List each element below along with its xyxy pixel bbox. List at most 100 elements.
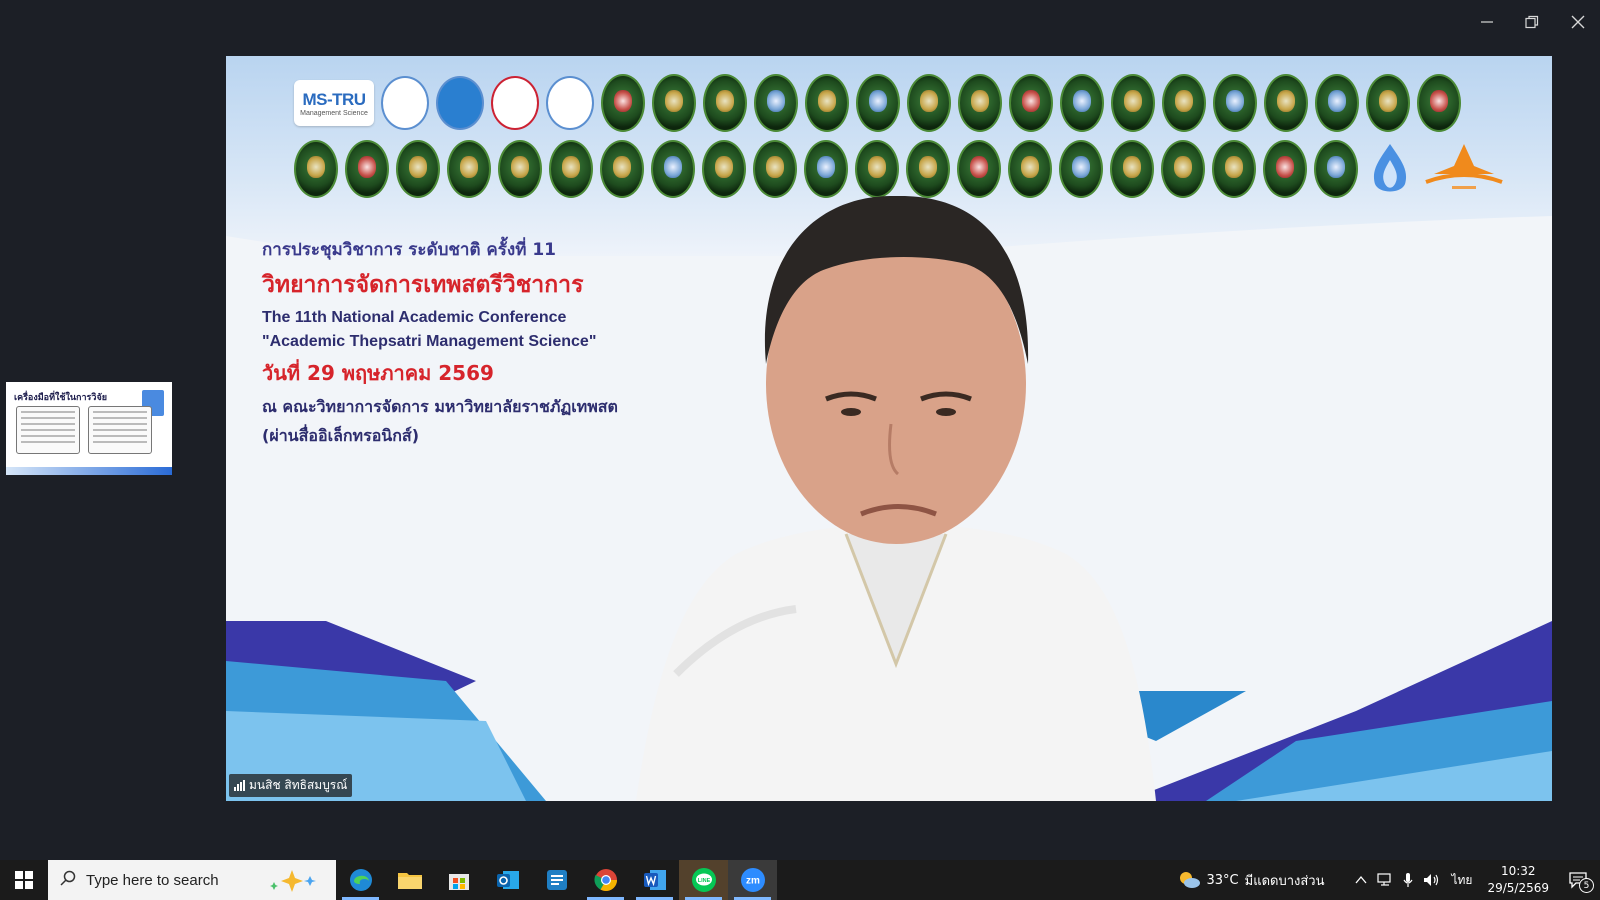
show-hidden-icons-button[interactable] (1355, 875, 1367, 885)
university-seal (498, 140, 542, 198)
taskbar-apps: LINE zm (336, 860, 777, 900)
volume-button[interactable] (1423, 873, 1441, 887)
word-icon (643, 870, 666, 890)
university-seal (1212, 140, 1256, 198)
folder-icon (397, 873, 422, 889)
notification-count-badge: 5 (1579, 878, 1594, 893)
university-seal (396, 140, 440, 198)
news-app[interactable] (532, 860, 581, 900)
participant-name: มนสิช สิทธิสมบูรณ์ (249, 778, 348, 792)
university-seal (1111, 74, 1155, 132)
slide-box-right (88, 406, 152, 454)
logo-row-top: MS-TRU Management Science (294, 74, 1461, 132)
logo-row-bottom (294, 140, 1506, 198)
taskbar-search-box[interactable]: Type here to search (48, 860, 336, 900)
university-seal (600, 140, 644, 198)
minimize-button[interactable] (1472, 8, 1502, 36)
conference-venue: ณ คณะวิทยาการจัดการ มหาวิทยาลัยราชภัฏเทพ… (262, 397, 618, 416)
conference-name-english: "Academic Thepsatri Management Science" (262, 333, 597, 350)
university-seal (1213, 74, 1257, 132)
search-highlight-icon (270, 870, 316, 892)
university-seal (447, 140, 491, 198)
university-seal (1366, 74, 1410, 132)
line-icon: LINE (691, 868, 716, 892)
file-explorer-app[interactable] (385, 860, 434, 900)
university-seal (345, 140, 389, 198)
conference-title-block: การประชุมวิชาการ ระดับชาติ ครั้งที่ 11 ว… (262, 236, 618, 453)
network-icon (1377, 873, 1392, 886)
university-seal (601, 74, 645, 132)
windows-icon (15, 871, 33, 889)
search-icon (60, 870, 76, 890)
svg-text:zm: zm (746, 876, 760, 887)
university-seal (804, 140, 848, 198)
temple-logo (1425, 144, 1503, 189)
minimize-icon (1481, 21, 1493, 23)
chevron-up-icon (1355, 875, 1367, 884)
university-seal (958, 74, 1002, 132)
institution-logo (381, 76, 429, 130)
main-video[interactable]: MS-TRU Management Science การประชุมวิชาก… (226, 56, 1552, 801)
restore-button[interactable] (1517, 8, 1547, 36)
university-seal (1263, 140, 1307, 198)
participant-name-tag: มนสิช สิทธิสมบูรณ์ (229, 774, 353, 797)
slide-box-left (16, 406, 80, 454)
input-language-button[interactable]: ไทย (1451, 871, 1472, 890)
weather-temperature: 33°C (1206, 872, 1239, 888)
thumbnail-slide-title: เครื่องมือที่ใช้ในการวิจัย (14, 393, 107, 403)
search-placeholder: Type here to search (86, 871, 219, 889)
word-app[interactable] (630, 860, 679, 900)
university-seal (702, 140, 746, 198)
university-seal (754, 74, 798, 132)
system-tray: 33°C มีแดดบางส่วน ไทย 10:32 29/5/2569 5 (1177, 860, 1600, 900)
taskbar: Type here to search LINE zm 33°C มีแดดบา… (0, 860, 1600, 900)
conference-format: (ผ่านสื่ออิเล็กทรอนิกส์) (262, 426, 420, 445)
line-app[interactable]: LINE (679, 860, 728, 900)
conference-title-english: The 11th National Academic Conference (262, 309, 567, 326)
connection-signal-icon (234, 780, 245, 791)
network-button[interactable] (1377, 873, 1393, 887)
university-seal (651, 140, 695, 198)
speaker-icon (1424, 874, 1439, 886)
partly-sunny-icon (1179, 872, 1200, 888)
chrome-app[interactable] (581, 860, 630, 900)
flame-logo (1373, 144, 1407, 192)
institution-logo (546, 76, 594, 130)
zoom-app[interactable]: zm (728, 860, 777, 900)
university-seal (549, 140, 593, 198)
university-seal (652, 74, 696, 132)
restore-icon (1525, 15, 1539, 29)
microphone-button[interactable] (1403, 872, 1413, 888)
ms-tru-logo: MS-TRU Management Science (294, 80, 374, 126)
weather-widget[interactable]: 33°C มีแดดบางส่วน (1177, 870, 1324, 891)
clock[interactable]: 10:32 29/5/2569 (1487, 863, 1549, 897)
university-seal (1417, 74, 1461, 132)
university-seal (856, 74, 900, 132)
close-icon (1571, 15, 1585, 29)
speaker-video (636, 195, 1156, 801)
chrome-icon (593, 869, 617, 891)
university-seal (294, 140, 338, 198)
participant-thumbnail[interactable]: เครื่องมือที่ใช้ในการวิจัย (6, 382, 172, 475)
institution-logo (491, 76, 539, 130)
outlook-app[interactable] (483, 860, 532, 900)
close-button[interactable] (1563, 8, 1593, 36)
university-seal (805, 74, 849, 132)
university-seal (1162, 74, 1206, 132)
university-seal (1110, 140, 1154, 198)
dove-logo (436, 76, 484, 130)
microsoft-store-app[interactable] (434, 860, 483, 900)
university-seal (907, 74, 951, 132)
clock-time: 10:32 (1500, 864, 1536, 878)
university-seal (1161, 140, 1205, 198)
conference-subtitle: การประชุมวิชาการ ระดับชาติ ครั้งที่ 11 (262, 240, 557, 260)
university-seal (753, 140, 797, 198)
zoom-icon: zm (740, 868, 765, 892)
notifications-button[interactable]: 5 (1568, 871, 1594, 893)
university-seal (855, 140, 899, 198)
edge-app[interactable] (336, 860, 385, 900)
university-seal (1314, 140, 1358, 198)
start-button[interactable] (0, 860, 48, 900)
university-seal (1264, 74, 1308, 132)
university-seal (1060, 74, 1104, 132)
